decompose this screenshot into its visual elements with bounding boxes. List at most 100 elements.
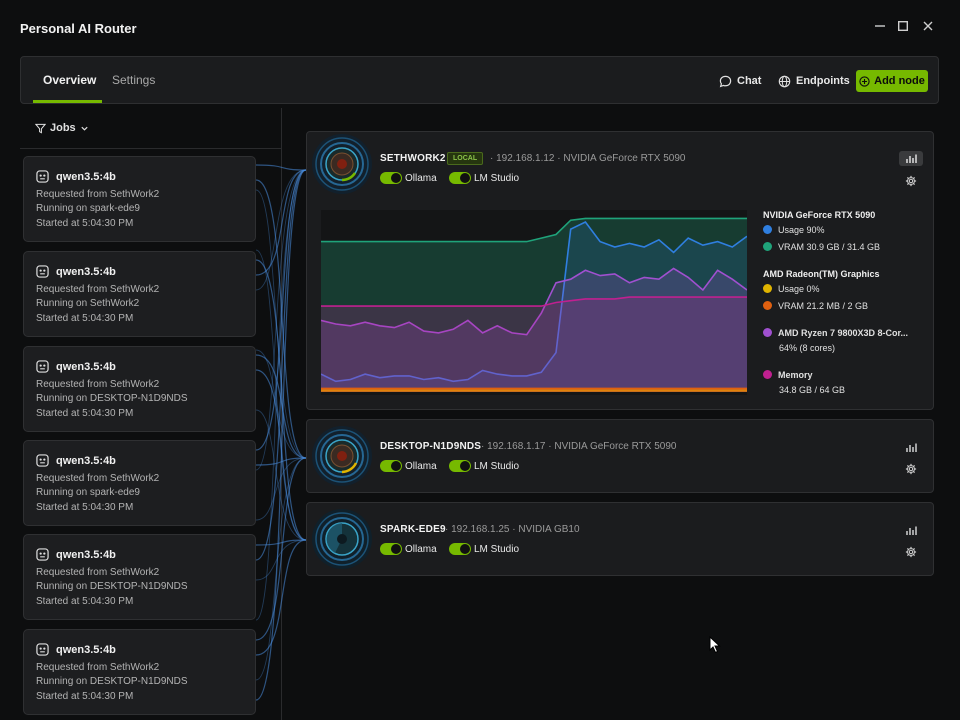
jobs-filter-dropdown[interactable]: Jobs [35, 122, 89, 134]
globe-icon [778, 75, 791, 87]
node-settings-button[interactable] [901, 171, 921, 191]
job-card[interactable]: qwen3.5:4b Requested from SethWork2 Runnin… [23, 629, 256, 715]
bar-chart-icon [905, 526, 917, 535]
tab-overview[interactable]: Overview [43, 57, 96, 103]
ollama-toggle[interactable] [380, 172, 402, 184]
job-requested: Requested from SethWork2 [36, 567, 160, 578]
gpu2-name: AMD Radeon(TM) Graphics [763, 269, 880, 279]
endpoints-button[interactable]: Endpoints [778, 70, 850, 92]
app-title: Personal AI Router [20, 21, 137, 36]
legend-gpu2-usage-text: Usage 0% [778, 284, 820, 294]
node-meta: · 192.168.1.25 · NVIDIA GB10 [445, 524, 580, 535]
job-model-name: qwen3.5:4b [56, 171, 116, 183]
legend-gpu1-usage-text: Usage 90% [778, 225, 825, 235]
node-card-desktop-n1d9nds[interactable]: DESKTOP-N1D9NDS · 192.168.1.17 · NVIDIA … [306, 419, 934, 493]
job-model-name: qwen3.5:4b [56, 455, 116, 467]
legend-cpu: AMD Ryzen 7 9800X3D 8-Cor... [763, 328, 908, 338]
usage-dot [763, 225, 772, 234]
node-settings-button[interactable] [901, 459, 921, 479]
lmstudio-label: LM Studio [474, 544, 520, 555]
job-model-name: qwen3.5:4b [56, 361, 116, 373]
active-tab-indicator [33, 100, 102, 103]
job-card[interactable]: qwen3.5:4b Requested from SethWork2 Runnin… [23, 534, 256, 620]
job-started: Started at 5:04:30 PM [36, 218, 134, 229]
node-settings-button[interactable] [901, 542, 921, 562]
legend-memory: Memory [763, 370, 813, 380]
node-card-spark-ede9[interactable]: SPARK-EDE9 · 192.168.1.25 · NVIDIA GB10 … [306, 502, 934, 576]
endpoints-label: Endpoints [796, 75, 850, 87]
chat-bubble-icon [719, 75, 732, 87]
node-name: DESKTOP-N1D9NDS [380, 441, 482, 452]
model-icon [36, 548, 49, 561]
plus-circle-icon [859, 75, 870, 87]
gpu-radar-icon [312, 426, 372, 486]
close-icon [923, 21, 933, 31]
stats-toggle-button[interactable] [899, 151, 923, 166]
jobs-filter-label: Jobs [50, 122, 76, 134]
job-running-on: Running on spark-ede9 [36, 203, 140, 214]
lmstudio-toggle[interactable] [449, 543, 471, 555]
memory-dot [763, 370, 772, 379]
legend-gpu1-usage: Usage 90% [763, 225, 825, 235]
job-model-name: qwen3.5:4b [56, 549, 116, 561]
job-running-on: Running on DESKTOP-N1D9NDS [36, 676, 188, 687]
job-model-name: qwen3.5:4b [56, 266, 116, 278]
job-card[interactable]: qwen3.5:4b Requested from SethWork2 Runnin… [23, 251, 256, 337]
lmstudio-label: LM Studio [474, 461, 520, 472]
model-icon [36, 360, 49, 373]
minimize-button[interactable] [869, 16, 891, 38]
cpu-dot [763, 328, 772, 337]
lmstudio-label: LM Studio [474, 173, 520, 184]
legend-memory-value: 34.8 GB / 64 GB [779, 385, 846, 395]
node-name: SETHWORK2 [380, 153, 446, 164]
ollama-label: Ollama [405, 173, 437, 184]
job-started: Started at 5:04:30 PM [36, 502, 134, 513]
node-meta: · 192.168.1.12 · NVIDIA GeForce RTX 5090 [490, 153, 686, 164]
legend-cpu-value: 64% (8 cores) [779, 343, 836, 353]
chat-button[interactable]: Chat [719, 70, 761, 92]
maximize-icon [898, 21, 908, 31]
gpu-radar-icon [312, 509, 372, 569]
job-requested: Requested from SethWork2 [36, 662, 160, 673]
model-icon [36, 170, 49, 183]
job-started: Started at 5:04:30 PM [36, 313, 134, 324]
ollama-toggle[interactable] [380, 460, 402, 472]
lmstudio-toggle[interactable] [449, 172, 471, 184]
title-bar: Personal AI Router [0, 0, 960, 56]
gear-icon [905, 546, 917, 558]
node-meta: · 192.168.1.17 · NVIDIA GeForce RTX 5090 [481, 441, 677, 452]
job-card[interactable]: qwen3.5:4b Requested from SethWork2 Runnin… [23, 156, 256, 242]
job-started: Started at 5:04:30 PM [36, 691, 134, 702]
legend-gpu1-vram-text: VRAM 30.9 GB / 31.4 GB [778, 242, 881, 252]
usage-chart [321, 210, 747, 395]
jobs-sidebar: Jobs qwen3.5:4b Requested from SethWork2 R… [20, 108, 282, 720]
job-requested: Requested from SethWork2 [36, 189, 160, 200]
maximize-button[interactable] [892, 16, 914, 38]
ollama-toggle[interactable] [380, 543, 402, 555]
model-icon [36, 454, 49, 467]
lmstudio-toggle[interactable] [449, 460, 471, 472]
job-running-on: Running on spark-ede9 [36, 487, 140, 498]
memory-series-area [321, 297, 747, 392]
job-card[interactable]: qwen3.5:4b Requested from SethWork2 Runnin… [23, 346, 256, 432]
legend-cpu-name: AMD Ryzen 7 9800X3D 8-Cor... [778, 328, 909, 338]
node-card-sethwork2[interactable]: SETHWORK2 LOCAL · 192.168.1.12 · NVIDIA … [306, 131, 934, 410]
job-requested: Requested from SethWork2 [36, 379, 160, 390]
stats-toggle-button[interactable] [901, 437, 921, 457]
job-running-on: Running on DESKTOP-N1D9NDS [36, 581, 188, 592]
ollama-label: Ollama [405, 544, 437, 555]
close-button[interactable] [917, 16, 939, 38]
add-node-button[interactable]: Add node [856, 70, 928, 92]
top-nav-bar: Overview Settings Chat Endpoints Add nod… [20, 56, 939, 104]
mouse-cursor-icon [709, 636, 721, 654]
tab-settings[interactable]: Settings [112, 57, 155, 103]
job-card[interactable]: qwen3.5:4b Requested from SethWork2 Runnin… [23, 440, 256, 526]
filter-icon [35, 123, 46, 133]
bar-chart-icon [905, 154, 917, 163]
job-model-name: qwen3.5:4b [56, 644, 116, 656]
job-requested: Requested from SethWork2 [36, 284, 160, 295]
legend-gpu1-vram: VRAM 30.9 GB / 31.4 GB [763, 242, 880, 252]
gpu-radar-icon [312, 134, 372, 194]
job-requested: Requested from SethWork2 [36, 473, 160, 484]
stats-toggle-button[interactable] [901, 520, 921, 540]
